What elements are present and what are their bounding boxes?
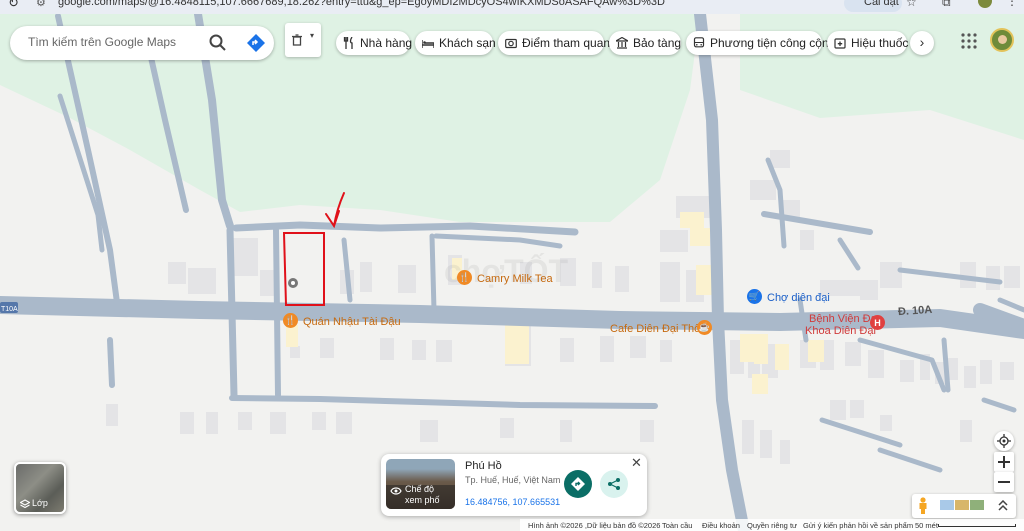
poi-cho-dien-dai[interactable]: Chợ diên đại xyxy=(767,292,830,304)
camera-icon xyxy=(505,38,517,49)
imagery-attribution: Hình ảnh ©2026 ,Dữ liệu bản đồ ©2026 xyxy=(528,521,661,530)
restaurant-pin-icon[interactable]: 🍴 xyxy=(457,270,472,285)
saved-places-toggle[interactable]: ▾ xyxy=(285,23,321,57)
street-view-label-2: xem phố xyxy=(405,495,440,505)
chips-next-button[interactable]: › xyxy=(910,31,934,55)
search-input[interactable] xyxy=(26,34,210,50)
street-view-label-1: Chế độ xyxy=(405,484,435,494)
poi-hospital-line2[interactable]: Khoa Diên Đại xyxy=(805,325,876,337)
chip-attractions[interactable]: Điểm tham quan xyxy=(498,31,610,55)
zoom-in-button[interactable] xyxy=(994,452,1014,472)
chip-label: Phương tiện công cộng xyxy=(710,36,836,50)
chip-label: Hiệu thuốc xyxy=(851,36,909,50)
minus-icon xyxy=(998,481,1010,483)
fork-knife-icon xyxy=(343,37,353,49)
bottom-controls xyxy=(912,494,1016,518)
chip-restaurants[interactable]: Nhà hàng xyxy=(336,31,413,55)
close-icon[interactable]: ✕ xyxy=(631,455,642,471)
chip-label: Điểm tham quan xyxy=(522,36,611,50)
road-label-10a: Đ. 10A xyxy=(897,303,933,319)
bus-icon xyxy=(693,37,705,48)
my-location-button[interactable] xyxy=(994,431,1014,451)
layers-label: Lớp xyxy=(32,498,48,508)
layers-button[interactable]: Lớp xyxy=(14,462,66,514)
pharmacy-icon xyxy=(834,38,846,49)
chip-pharmacy[interactable]: Hiệu thuốc xyxy=(827,31,909,55)
chevron-up-icon[interactable] xyxy=(998,500,1008,512)
install-app-button[interactable]: Cài đặt xyxy=(844,0,902,12)
avatar-face xyxy=(998,35,1007,44)
poi-quan-nhau[interactable]: Quán Nhậu Tài Đậu xyxy=(303,316,401,328)
share-icon xyxy=(608,478,620,490)
market-pin-icon[interactable]: 🛒 xyxy=(747,289,762,304)
directions-button[interactable] xyxy=(564,470,592,498)
poi-camry-milk-tea[interactable]: Camry Milk Tea xyxy=(477,273,553,285)
browser-menu-icon[interactable]: ⋮ xyxy=(1006,0,1018,8)
scale-bar xyxy=(938,524,1016,527)
imagery-thumbnail-1[interactable] xyxy=(940,500,954,510)
poi-hospital-line1[interactable]: Bệnh Viện Đa xyxy=(809,313,877,325)
chip-label: Khách sạn xyxy=(439,36,496,50)
chevron-down-icon: ▾ xyxy=(310,31,315,40)
zoom-out-button[interactable] xyxy=(994,472,1014,492)
search-icon[interactable] xyxy=(208,33,228,53)
museum-icon xyxy=(616,37,628,49)
browser-toolbar: ↻ ⚙ google.com/maps/@16.4848115,107.6667… xyxy=(0,0,1024,14)
terms-link[interactable]: Điều khoản xyxy=(702,521,740,530)
my-location-icon xyxy=(997,434,1011,448)
directions-arrow-icon xyxy=(571,477,585,491)
road-shield-left: T10A xyxy=(0,302,18,313)
imagery-thumbnail-2[interactable] xyxy=(955,500,969,510)
extensions-icon[interactable]: ⧉ xyxy=(942,0,951,10)
cafe-pin-icon[interactable]: ☕ xyxy=(697,320,712,335)
search-box[interactable] xyxy=(10,26,274,60)
place-address: Tp. Huế, Huế, Việt Nam xyxy=(465,475,561,485)
restaurant-pin-icon[interactable]: 🍴 xyxy=(283,313,298,328)
profile-avatar[interactable] xyxy=(978,0,992,8)
reload-icon[interactable]: ↻ xyxy=(8,0,19,11)
street-view-thumbnail[interactable]: Chế độ xem phố xyxy=(386,459,455,509)
chevron-right-icon: › xyxy=(919,34,925,50)
attribution-bar: Hình ảnh ©2026 ,Dữ liệu bản đồ ©2026 Toà… xyxy=(520,519,1024,531)
chip-label: Nhà hàng xyxy=(360,36,413,50)
place-card: Chế độ xem phố Phú Hồ Tp. Huế, Huế, Việt… xyxy=(381,454,647,516)
poi-cafe[interactable]: Cafe Diên Đại Thôn xyxy=(610,323,706,335)
street-view-icon xyxy=(390,487,402,495)
share-button[interactable] xyxy=(600,470,628,498)
privacy-link[interactable]: Quyền riêng tư xyxy=(747,521,797,530)
svg-text:T10A: T10A xyxy=(1,306,18,313)
address-bar[interactable]: google.com/maps/@16.4848115,107.6667689,… xyxy=(58,0,665,8)
directions-icon[interactable] xyxy=(246,33,266,53)
global-link[interactable]: Toàn cầu xyxy=(662,521,692,530)
bed-icon xyxy=(422,40,434,48)
hospital-pin-icon[interactable]: H xyxy=(870,315,885,330)
pegman-icon[interactable] xyxy=(917,497,929,515)
chip-label: Bảo tàng xyxy=(633,36,682,50)
plus-icon xyxy=(998,456,1010,468)
install-label: Cài đặt xyxy=(864,0,899,8)
chip-hotels[interactable]: Khách sạn xyxy=(415,31,496,55)
chip-museums[interactable]: Bảo tàng xyxy=(609,31,681,55)
bookmark-star-icon[interactable]: ☆ xyxy=(906,0,917,9)
apps-grid-icon[interactable] xyxy=(960,32,978,50)
scale-label[interactable]: 50 mét xyxy=(915,521,938,530)
imagery-thumbnail-3[interactable] xyxy=(970,500,984,510)
trash-icon xyxy=(292,34,302,46)
dropped-pin-icon xyxy=(288,278,298,288)
layers-icon xyxy=(20,499,30,509)
account-avatar[interactable] xyxy=(990,28,1014,52)
feedback-link[interactable]: Gửi ý kiến phản hồi về sản phẩm xyxy=(803,521,913,530)
chip-transit[interactable]: Phương tiện công cộng xyxy=(686,31,835,55)
place-coordinates[interactable]: 16.484756, 107.665531 xyxy=(465,497,560,507)
site-settings-icon[interactable]: ⚙ xyxy=(36,0,46,9)
place-name: Phú Hồ xyxy=(465,460,502,472)
